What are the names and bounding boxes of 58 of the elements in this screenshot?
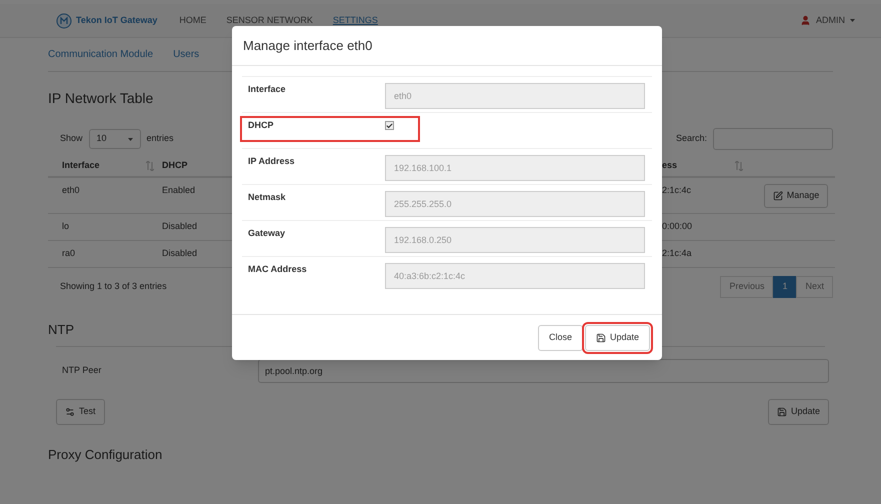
- update-button[interactable]: Update: [768, 399, 829, 425]
- field-input[interactable]: 192.168.100.1: [385, 155, 645, 181]
- page-button[interactable]: 1: [773, 276, 796, 298]
- subnav-link[interactable]: Communication Module: [48, 47, 154, 62]
- table-cell: lo: [62, 221, 70, 231]
- save-icon: [596, 332, 606, 342]
- field-input[interactable]: 255.255.255.0: [385, 191, 645, 217]
- subnav-link[interactable]: Users: [173, 47, 200, 62]
- nav-link[interactable]: HOME: [179, 14, 206, 28]
- caret-icon: [850, 19, 855, 22]
- close-button[interactable]: Close: [538, 324, 583, 350]
- section-title: IP Network Table: [48, 89, 154, 106]
- logo-icon: [56, 12, 72, 28]
- column-header[interactable]: Interface: [62, 159, 100, 173]
- sort-icon: [735, 161, 743, 171]
- table-cell: Disabled: [162, 221, 198, 231]
- field-input[interactable]: eth0: [385, 83, 645, 109]
- section-title: Proxy Configuration: [48, 446, 162, 464]
- field-input[interactable]: 192.168.0.250: [385, 227, 645, 253]
- field-input[interactable]: 40:a3:6b:c2:1c:4c: [385, 263, 645, 289]
- column-header[interactable]: DHCP: [162, 159, 188, 173]
- field-label: Gateway: [248, 227, 286, 240]
- modal-title: Manage interface eth0: [243, 36, 372, 55]
- field-label: MAC Address: [248, 263, 308, 276]
- test-button[interactable]: Test: [56, 399, 105, 425]
- field-label: Interface: [248, 83, 287, 96]
- brand-name[interactable]: Tekon IoT Gateway: [76, 14, 158, 28]
- field-label: Netmask: [248, 191, 287, 204]
- column-header[interactable]: ess: [662, 159, 678, 173]
- search-label: Search:: [676, 132, 707, 146]
- field-label: DHCP: [248, 119, 275, 132]
- search-field[interactable]: [713, 128, 833, 150]
- table-cell: Disabled: [162, 248, 198, 258]
- nav-link[interactable]: SETTINGS: [332, 14, 378, 28]
- table-info: Showing 1 to 3 of 3 entries: [60, 280, 167, 294]
- manage-button[interactable]: Manage: [764, 184, 828, 208]
- user-icon: [800, 15, 811, 26]
- length-label: entries: [146, 132, 174, 146]
- length-label: Show: [60, 132, 83, 146]
- edit-icon: [772, 190, 783, 200]
- save-icon: [776, 407, 787, 417]
- table-cell: 2:1c:4c: [662, 185, 692, 195]
- caret-icon: [128, 138, 133, 140]
- table-cell: Enabled: [162, 185, 196, 195]
- field-label: IP Address: [248, 155, 296, 168]
- field-label: NTP Peer: [62, 364, 102, 378]
- section-title: NTP: [48, 321, 74, 338]
- page-button[interactable]: Next: [796, 276, 833, 298]
- table-cell: 2:1c:4a: [662, 248, 692, 258]
- length-select[interactable]: 10: [88, 129, 141, 149]
- user-menu[interactable]: ADMIN: [816, 14, 845, 28]
- nav-link[interactable]: SENSOR NETWORK: [226, 14, 313, 28]
- sort-icon: [146, 161, 154, 171]
- table-cell: 0:00:00: [662, 221, 692, 231]
- page-button[interactable]: Previous: [720, 276, 774, 298]
- dhcp-checkbox[interactable]: [385, 121, 394, 130]
- table-cell: ra0: [62, 248, 76, 258]
- table-cell: eth0: [62, 185, 80, 195]
